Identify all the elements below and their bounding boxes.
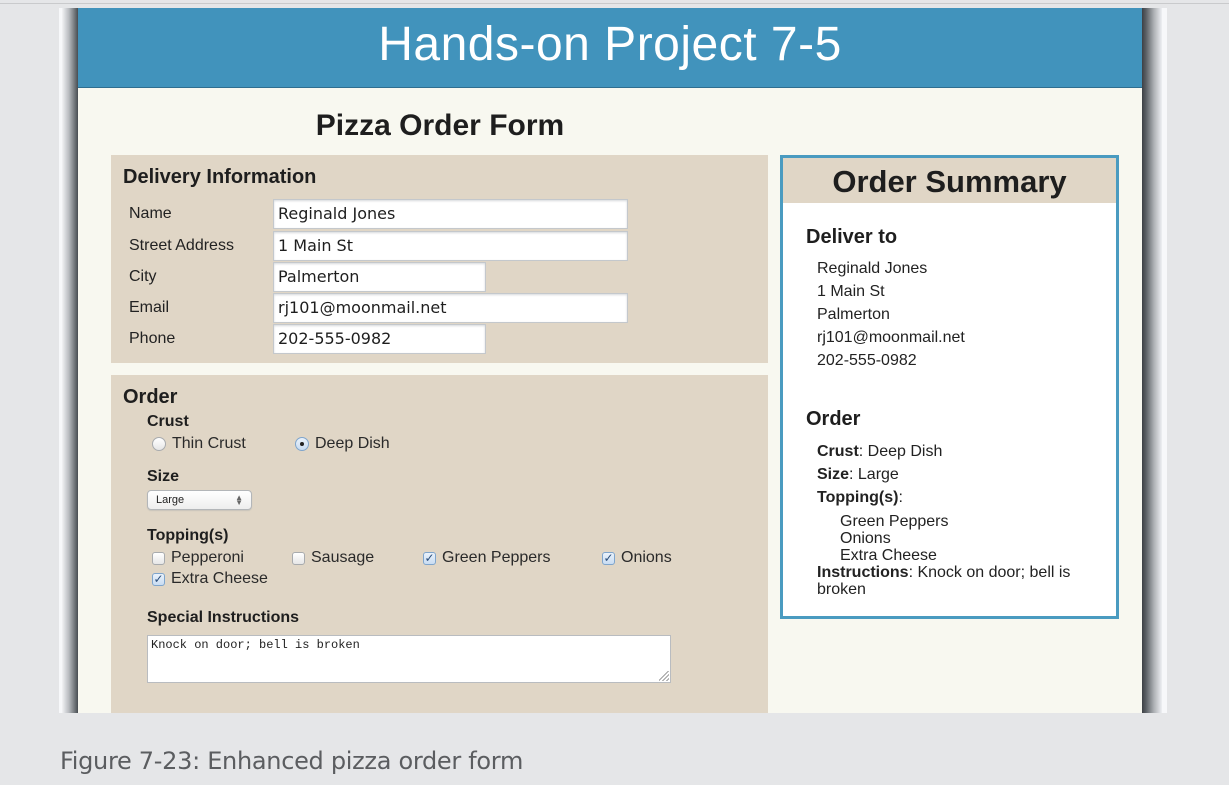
- checkbox-checked-icon[interactable]: ✓: [602, 551, 615, 565]
- special-instructions-label: Special Instructions: [147, 609, 300, 626]
- street-address-label: Street Address: [129, 236, 234, 254]
- summary-instructions-label: Instructions: [817, 564, 909, 581]
- summary-topping-item: Green Peppers: [840, 513, 949, 530]
- summary-order-heading: Order: [806, 408, 861, 430]
- topping-label: Green Peppers: [442, 549, 551, 566]
- deliver-to-phone: 202-555-0982: [817, 352, 917, 369]
- name-input[interactable]: Reginald Jones: [273, 198, 628, 229]
- web-page: Hands-on Project 7-5 Pizza Order Form De…: [78, 8, 1142, 713]
- topping-label: Sausage: [311, 549, 375, 566]
- size-label: Size: [147, 468, 180, 485]
- topping-onions[interactable]: ✓ Onions: [602, 549, 672, 567]
- size-select-value: Large: [156, 494, 185, 506]
- topping-label: Extra Cheese: [171, 570, 268, 587]
- figure-caption: Figure 7-23: Enhanced pizza order form: [60, 747, 524, 775]
- email-label: Email: [129, 298, 170, 316]
- topping-extra-cheese[interactable]: ✓ Extra Cheese: [152, 570, 268, 588]
- deliver-to-heading: Deliver to: [806, 226, 898, 248]
- name-label: Name: [129, 204, 172, 222]
- page-shadow-right: [1142, 8, 1162, 713]
- summary-instructions-value: : Knock on door; bell is: [908, 564, 1071, 581]
- summary-size-value: : Large: [849, 466, 899, 483]
- order-summary-title: Order Summary: [783, 158, 1116, 203]
- crust-label: Crust: [147, 413, 189, 430]
- size-select[interactable]: Large ▲ ▼: [147, 490, 252, 510]
- city-label: City: [129, 267, 157, 285]
- select-updown-icon: ▲ ▼: [235, 493, 243, 507]
- deliver-to-name: Reginald Jones: [817, 260, 928, 277]
- name-row: Name Reginald Jones: [129, 198, 628, 229]
- radio-icon[interactable]: [152, 437, 166, 451]
- street-row: Street Address 1 Main St: [129, 230, 628, 261]
- deliver-to-city: Palmerton: [817, 306, 890, 323]
- phone-input[interactable]: 202-555-0982: [273, 323, 486, 354]
- checkbox-icon[interactable]: [292, 551, 305, 565]
- special-instructions-textarea[interactable]: Knock on door; bell is broken: [147, 635, 671, 683]
- summary-size-label: Size: [817, 466, 850, 483]
- topping-label: Onions: [621, 549, 672, 566]
- deliver-to-email: rj101@moonmail.net: [817, 329, 965, 346]
- summary-crust-label: Crust: [817, 443, 859, 460]
- summary-topping-item: Onions: [840, 530, 891, 547]
- delivery-legend: Delivery Information: [123, 166, 317, 188]
- deliver-to-street: 1 Main St: [817, 283, 885, 300]
- summary-crust-value: : Deep Dish: [858, 443, 943, 460]
- page-header: Hands-on Project 7-5: [78, 8, 1142, 88]
- checkbox-checked-icon[interactable]: ✓: [423, 551, 436, 565]
- delivery-fieldset: Delivery Information Name Reginald Jones…: [111, 155, 768, 363]
- order-fieldset: Order Crust Thin Crust Deep Dish Size La…: [111, 375, 768, 713]
- phone-label: Phone: [129, 329, 176, 347]
- topping-label: Pepperoni: [171, 549, 244, 566]
- summary-size: Size: Large: [817, 466, 899, 484]
- crust-option-label: Deep Dish: [315, 435, 390, 452]
- page-header-title: Hands-on Project 7-5: [378, 18, 842, 71]
- summary-toppings-label: Topping(s): [817, 489, 899, 506]
- summary-toppings: Topping(s):: [817, 489, 903, 507]
- crust-option-label: Thin Crust: [172, 435, 246, 452]
- checkbox-icon[interactable]: [152, 551, 165, 565]
- summary-toppings-colon: :: [898, 489, 903, 506]
- checkbox-checked-icon[interactable]: ✓: [152, 572, 165, 586]
- crust-option-thin[interactable]: Thin Crust: [152, 435, 246, 453]
- topping-pepperoni[interactable]: Pepperoni: [152, 549, 244, 567]
- street-address-input[interactable]: 1 Main St: [273, 230, 628, 261]
- page-shadow-left: [62, 8, 79, 713]
- email-row: Email rj101@moonmail.net: [129, 292, 628, 323]
- summary-instructions-value-wrap: broken: [817, 581, 866, 598]
- topping-green-peppers[interactable]: ✓ Green Peppers: [423, 549, 551, 567]
- summary-crust: Crust: Deep Dish: [817, 443, 942, 461]
- summary-instructions: Instructions: Knock on door; bell is bro…: [817, 564, 1070, 598]
- order-legend: Order: [123, 386, 178, 408]
- phone-row: Phone 202-555-0982: [129, 323, 486, 354]
- email-input[interactable]: rj101@moonmail.net: [273, 292, 628, 323]
- city-input[interactable]: Palmerton: [273, 261, 486, 292]
- figure-screenshot: Hands-on Project 7-5 Pizza Order Form De…: [59, 8, 1167, 713]
- summary-topping-item: Extra Cheese: [840, 547, 937, 564]
- topping-sausage[interactable]: Sausage: [292, 549, 374, 567]
- city-row: City Palmerton: [129, 261, 486, 292]
- resize-grip-icon[interactable]: [659, 671, 669, 681]
- toppings-label: Topping(s): [147, 527, 229, 544]
- order-summary-panel: Order Summary Deliver to Reginald Jones …: [780, 155, 1119, 619]
- form-title: Pizza Order Form: [315, 109, 565, 142]
- special-instructions-value: Knock on door; bell is broken: [151, 638, 360, 652]
- top-border: [0, 3, 1229, 4]
- radio-selected-icon[interactable]: [295, 437, 309, 451]
- crust-option-deep-dish[interactable]: Deep Dish: [295, 435, 390, 453]
